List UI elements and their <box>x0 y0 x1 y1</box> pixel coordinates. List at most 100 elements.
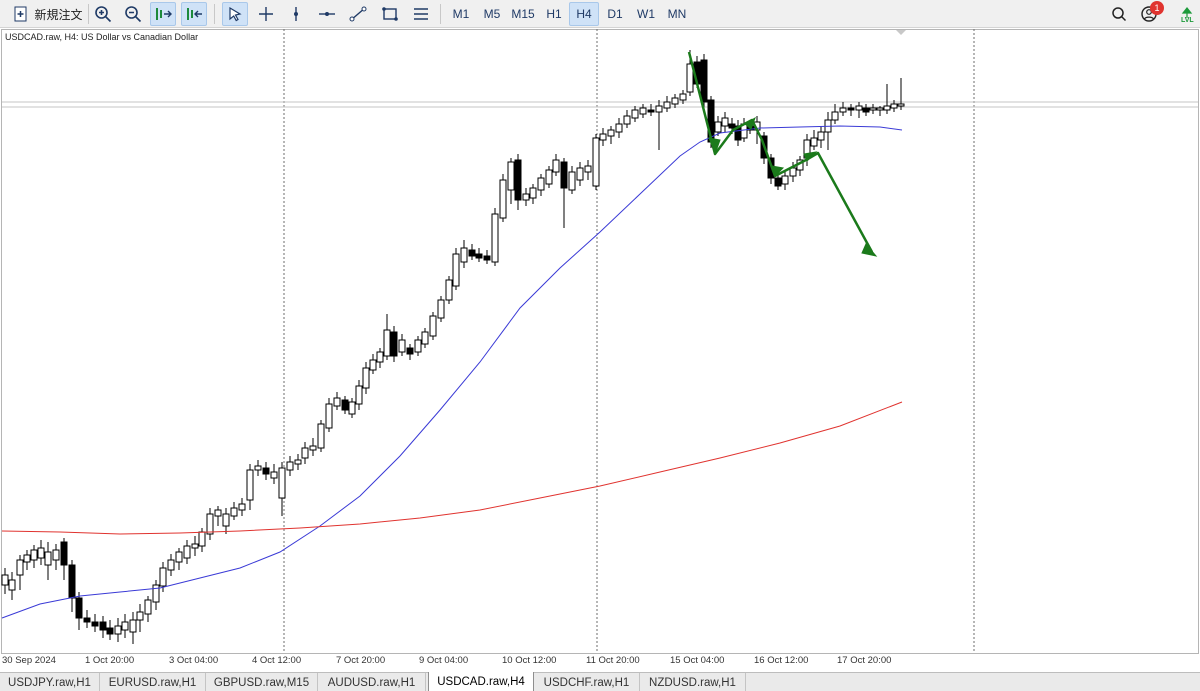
bull-candle <box>144 599 152 615</box>
timeframe-h1[interactable]: H1 <box>539 2 569 26</box>
chart-tab[interactable]: GBPUSD.raw,M15 <box>206 673 318 691</box>
search-button[interactable] <box>1106 2 1132 26</box>
trendline-button[interactable] <box>345 2 371 26</box>
bear-candle <box>390 331 398 357</box>
bull-candle <box>8 579 16 591</box>
crosshair-button[interactable] <box>253 2 279 26</box>
bull-candle <box>414 339 422 353</box>
crosshair-icon <box>259 7 273 21</box>
bull-candle <box>623 115 631 125</box>
bull-candle <box>191 543 199 549</box>
chart-tab[interactable]: EURUSD.raw,H1 <box>100 673 206 691</box>
bull-candle <box>129 619 137 633</box>
bear-candle <box>75 597 83 619</box>
bull-candle <box>491 213 499 263</box>
bull-candle <box>639 107 647 115</box>
zoom-in-button[interactable] <box>90 2 116 26</box>
bull-candle <box>437 299 445 319</box>
bull-candle <box>270 471 278 479</box>
timeframe-m5[interactable]: M5 <box>477 2 507 26</box>
bull-candle <box>584 165 592 173</box>
bull-candle <box>855 105 863 111</box>
bull-candle <box>460 247 468 263</box>
chart-tab[interactable]: NZDUSD.raw,H1 <box>640 673 746 691</box>
bull-candle <box>383 329 391 357</box>
time-tick-label: 3 Oct 04:00 <box>169 655 219 666</box>
chart-tab[interactable]: USDCAD.raw,H4 <box>428 672 534 691</box>
bull-candle <box>333 397 341 407</box>
chart-shift-button[interactable] <box>181 2 207 26</box>
chart-tab[interactable]: AUDUSD.raw,H1 <box>318 673 426 691</box>
bull-candle <box>369 359 377 371</box>
time-axis: 30 Sep 2024 1 Oct 20:00 3 Oct 04:00 4 Oct 1… <box>0 655 1200 669</box>
new-order-icon <box>14 6 27 22</box>
bull-candle <box>671 97 679 105</box>
fibonacci-icon <box>414 8 428 20</box>
bear-candle <box>99 621 107 631</box>
bull-candle <box>663 101 671 109</box>
timeframe-mn[interactable]: MN <box>662 2 692 26</box>
bull-candle <box>348 401 356 415</box>
zoom-out-button[interactable] <box>120 2 146 26</box>
timeframe-w1[interactable]: W1 <box>631 2 661 26</box>
bear-candle <box>468 249 476 257</box>
bear-candle <box>406 347 414 355</box>
bear-candle <box>647 109 655 113</box>
bull-candle <box>230 507 238 517</box>
bear-candle <box>83 617 91 623</box>
bear-candle <box>91 621 99 627</box>
bear-candle <box>475 253 483 259</box>
timeframe-d1[interactable]: D1 <box>600 2 630 26</box>
bull-candle <box>376 351 384 363</box>
autoscroll-button[interactable] <box>150 2 176 26</box>
chart-tab[interactable]: USDCHF.raw,H1 <box>534 673 640 691</box>
price-chart[interactable] <box>0 29 1200 670</box>
bull-candle <box>23 554 31 563</box>
time-tick-label: 7 Oct 20:00 <box>336 655 386 666</box>
rectangle-button[interactable] <box>377 2 403 26</box>
bull-candle <box>136 611 144 621</box>
bull-candle <box>301 447 309 459</box>
cursor-icon <box>229 6 242 22</box>
chart-canvas[interactable] <box>0 29 1200 670</box>
bull-candle <box>537 177 545 191</box>
horizontal-line-button[interactable] <box>314 2 340 26</box>
search-icon <box>1112 7 1127 22</box>
bull-candle <box>568 171 576 191</box>
bull-candle <box>246 469 254 501</box>
bull-candle <box>421 331 429 345</box>
chart-tab[interactable]: USDJPY.raw,H1 <box>0 673 100 691</box>
new-order-button[interactable]: 新規注文 <box>10 2 86 26</box>
bear-candle <box>341 399 349 411</box>
bull-candle <box>545 169 553 185</box>
bull-candle <box>831 111 839 121</box>
timeframe-m15[interactable]: M15 <box>508 2 538 26</box>
timeframe-h4[interactable]: H4 <box>569 2 599 26</box>
bull-candle <box>592 137 600 187</box>
bull-candle <box>869 107 877 111</box>
bull-candle <box>429 315 437 337</box>
vertical-line-button[interactable] <box>283 2 309 26</box>
bull-candle <box>552 159 560 173</box>
annotation-path <box>687 51 874 253</box>
bull-candle <box>167 559 175 571</box>
bull-candle <box>499 179 507 219</box>
bull-candle <box>175 551 183 563</box>
trendline-icon <box>349 6 367 22</box>
timeframe-m1[interactable]: M1 <box>446 2 476 26</box>
zoom-in-icon <box>95 6 112 23</box>
time-tick-label: 1 Oct 20:00 <box>85 655 135 666</box>
cursor-button[interactable] <box>222 2 248 26</box>
bull-candle <box>183 545 191 559</box>
toolbar: 新規注文 M1 M5 M15 H1 H4 D1 W1 MN 1 LVL <box>0 0 1200 28</box>
bull-candle <box>238 503 246 511</box>
bull-candle <box>309 445 317 451</box>
bull-candle <box>254 465 262 471</box>
bull-candle <box>599 133 607 141</box>
bull-candle <box>721 117 729 127</box>
fibonacci-button[interactable] <box>408 2 434 26</box>
autoscroll-icon <box>156 8 172 20</box>
bull-candle <box>52 549 60 561</box>
bear-candle <box>514 159 522 201</box>
rectangle-icon <box>382 7 398 21</box>
